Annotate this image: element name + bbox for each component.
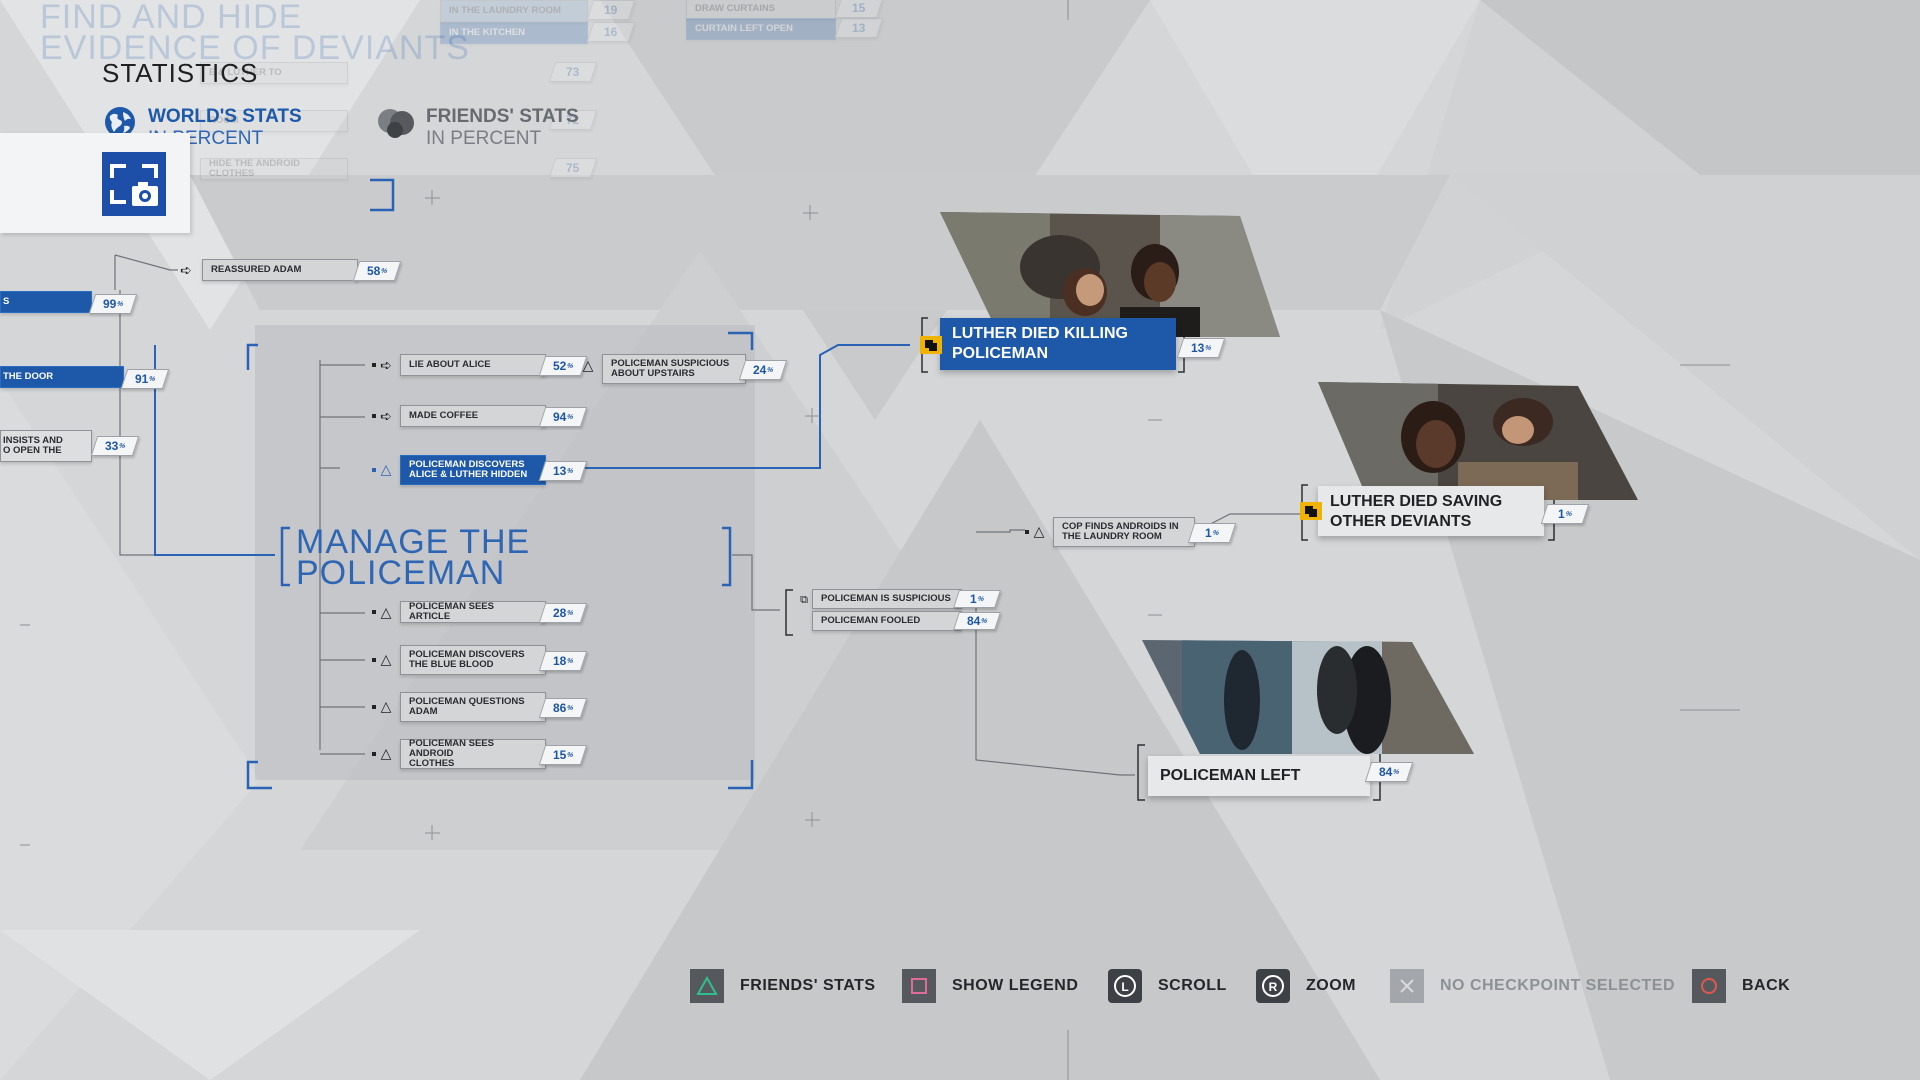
friends-stats-control[interactable]: FRIENDS' STATS [690,966,876,1006]
outcome-label: LUTHER DIED SAVING OTHER DEVIANTS [1318,486,1544,536]
node-label: POLICEMAN DISCOVERS ALICE & LUTHER HIDDE… [400,455,546,485]
node-label: POLICEMAN QUESTIONS ADAM [400,692,546,722]
triangle-icon: △ [380,604,392,620]
node-label: REASSURED ADAM [202,259,358,281]
triangle-icon: △ [582,357,594,373]
friends-icon [378,109,414,138]
friends-stats-sublabel: IN PERCENT [426,128,542,149]
friends-stats-toggle[interactable]: FRIENDS' STATS IN PERCENT [376,106,579,150]
node-label: LIE ABOUT ALICE [400,354,546,376]
outcome-label: LUTHER DIED KILLING POLICEMAN [940,318,1176,370]
svg-text:L: L [1121,980,1128,994]
triangle-button-icon [690,969,724,1003]
no-checkpoint-control: NO CHECKPOINT SELECTED [1390,966,1675,1006]
cross-button-icon [1390,969,1424,1003]
statistics-title: STATISTICS [102,58,259,88]
node-label: POLICEMAN IS SUSPICIOUS [812,589,962,609]
outcome-icon [1300,502,1322,520]
left-stick-icon: L [1108,969,1142,1003]
node-label: INSISTS AND O OPEN THE [0,430,92,462]
triangle-icon: △ [380,698,392,714]
outcome-label: POLICEMAN LEFT [1148,756,1370,796]
show-legend-control[interactable]: SHOW LEGEND [902,966,1078,1006]
background-chapter-title: FIND AND HIDE EVIDENCE OF DEVIANTS [40,0,470,67]
right-stick-icon: R [1256,969,1290,1003]
node-label: POLICEMAN SEES ARTICLE [400,601,546,623]
circle-button-icon [1692,969,1726,1003]
outcome-icon [920,336,942,354]
node-label: POLICEMAN SEES ANDROID CLOTHES [400,739,546,769]
friends-stats-label: FRIENDS' STATS [426,106,579,127]
svg-text:R: R [1269,980,1278,994]
node-label: POLICEMAN DISCOVERS THE BLUE BLOOD [400,645,546,675]
arrow-icon: ➪ [380,357,392,373]
worlds-stats-label: WORLD'S STATS [148,106,302,127]
screenshot-camera-icon [110,164,158,206]
square-button-icon [902,969,936,1003]
node-label: POLICEMAN SUSPICIOUS ABOUT UPSTAIRS [602,354,746,384]
controls-bar: FRIENDS' STATS SHOW LEGEND L SCROLL R ZO… [0,966,1920,1006]
node-label: COP FINDS ANDROIDS IN THE LAUNDRY ROOM [1053,517,1195,547]
screenshot-button[interactable] [102,152,166,216]
checkpoint-icon: ⧉ [800,594,808,606]
arrow-icon: ➪ [380,408,392,424]
node-label: THE DOOR [0,366,124,388]
triangle-icon: △ [380,461,392,477]
scroll-control[interactable]: L SCROLL [1108,966,1227,1006]
zoom-control[interactable]: R ZOOM [1256,966,1356,1006]
policeman-left-thumbnail [1142,640,1474,754]
triangle-icon: △ [380,745,392,761]
chapter-title: MANAGE THE POLICEMAN [296,523,531,592]
back-control[interactable]: BACK [1692,966,1790,1006]
node-label: S [0,291,92,313]
luther-saving-thumbnail [1318,382,1638,500]
node-label: MADE COFFEE [400,405,546,427]
triangle-icon: △ [1033,523,1045,539]
triangle-icon: △ [380,651,392,667]
arrow-icon: ➪ [180,262,192,278]
node-label: POLICEMAN FOOLED [812,611,962,631]
